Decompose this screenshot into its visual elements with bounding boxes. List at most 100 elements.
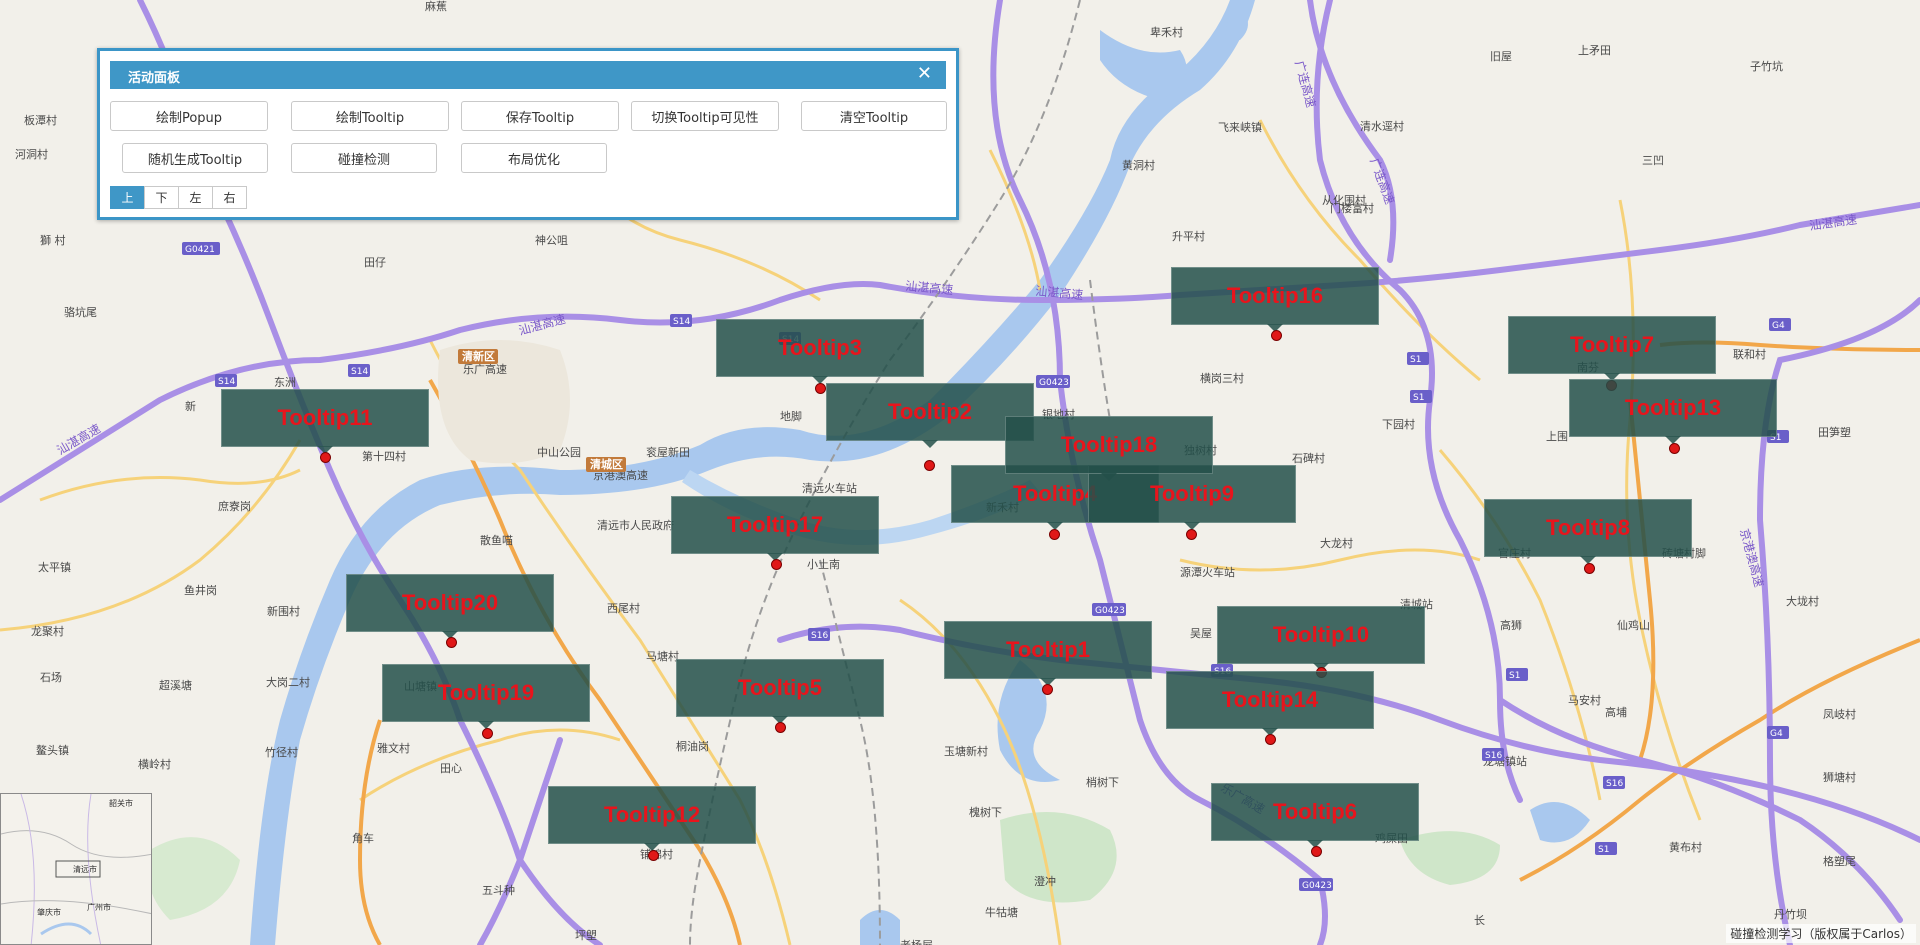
map-place-label: 高狮 (1500, 618, 1522, 632)
map-place-label: 源潭火车站 (1180, 565, 1235, 579)
layout-optimize-button[interactable]: 布局优化 (461, 143, 607, 173)
road-shield-label: S14 (673, 317, 690, 327)
map-place-label: 中山公园 (537, 446, 581, 459)
map-tooltip[interactable]: Tooltip12 (548, 786, 756, 851)
map-marker[interactable] (1669, 443, 1680, 454)
map-marker[interactable] (1265, 734, 1276, 745)
map-place-label: 超溪塘 (159, 678, 192, 692)
clear-tooltip-button[interactable]: 清空Tooltip (801, 101, 947, 131)
road-shield-label: S14 (351, 367, 368, 377)
map-marker[interactable] (648, 850, 659, 861)
map-tooltip[interactable]: Tooltip1 (944, 621, 1152, 686)
map-place-label: 石场 (40, 670, 62, 684)
map-tooltip[interactable]: Tooltip16 (1171, 267, 1379, 332)
direction-button-group: 上 下 左 右 (110, 186, 247, 209)
tooltip-label: Tooltip10 (1272, 622, 1370, 647)
map-marker[interactable] (775, 722, 786, 733)
road-shield-label: S16 (811, 631, 828, 641)
tooltip-label: Tooltip3 (778, 335, 862, 360)
direction-up-button[interactable]: 上 (110, 186, 145, 209)
map-place-label: 衮屋新田 (646, 445, 690, 459)
road-shield-label: G4 (1770, 729, 1783, 739)
map-marker[interactable] (1186, 529, 1197, 540)
map-marker[interactable] (815, 383, 826, 394)
map-place-label: 上围 (1546, 430, 1568, 443)
draw-tooltip-button[interactable]: 绘制Tooltip (291, 101, 449, 131)
map-tooltip[interactable]: Tooltip13 (1569, 379, 1777, 444)
map-tooltip[interactable]: Tooltip20 (346, 574, 554, 639)
map-marker[interactable] (1584, 563, 1595, 574)
overview-label-guangzhou: 广州市 (87, 902, 111, 912)
direction-down-button[interactable]: 下 (144, 186, 179, 209)
overview-map-canvas: 韶关市 清远市 肇庆市 广州市 (1, 794, 151, 944)
map-marker[interactable] (320, 452, 331, 463)
save-tooltip-button[interactable]: 保存Tooltip (461, 101, 619, 131)
map-place-label: 石碑村 (1292, 451, 1325, 465)
map-place-label: 竹径村 (265, 745, 298, 759)
map-tooltip[interactable]: Tooltip11 (221, 389, 429, 454)
tooltip-label: Tooltip9 (1150, 481, 1234, 506)
direction-right-button[interactable]: 右 (212, 186, 247, 209)
close-icon[interactable]: ✕ (917, 63, 932, 84)
map-tooltip[interactable]: Tooltip3 (716, 319, 924, 384)
collision-detect-button[interactable]: 碰撞检测 (291, 143, 437, 173)
map-place-label: 黄布村 (1669, 840, 1702, 854)
panel-header: 活动面板 ✕ (110, 61, 946, 89)
overview-map[interactable]: 韶关市 清远市 肇庆市 广州市 (0, 793, 152, 945)
tooltip-label: Tooltip2 (888, 399, 972, 424)
panel-title: 活动面板 (128, 71, 181, 86)
tooltip-label: Tooltip13 (1624, 395, 1722, 420)
map-marker[interactable] (771, 559, 782, 570)
map-place-label: 牛牯塘 (985, 905, 1018, 919)
map-place-label: 神公咀 (535, 233, 568, 247)
random-tooltip-button[interactable]: 随机生成Tooltip (122, 143, 268, 173)
map-place-label: 飞来峡镇 (1218, 120, 1262, 134)
activity-panel: 活动面板 ✕ 绘制Popup 绘制Tooltip 保存Tooltip 切换Too… (97, 48, 959, 220)
map-tooltip[interactable]: Tooltip17 (671, 496, 879, 561)
toggle-tooltip-visibility-button[interactable]: 切换Tooltip可见性 (631, 101, 779, 131)
map-place-label: 黄洞村 (1122, 158, 1155, 172)
map-place-label: 田心 (440, 762, 462, 775)
map-place-label: 槐树下 (969, 805, 1002, 819)
map-tooltip[interactable]: Tooltip5 (676, 659, 884, 724)
map-place-label: 河洞村 (15, 147, 48, 161)
map-place-label: 龙聚村 (31, 624, 64, 638)
overview-label-zhaoqing: 肇庆市 (37, 907, 61, 917)
road-shield-label: G0423 (1302, 881, 1332, 891)
map-place-label: 坪塱 (575, 928, 597, 942)
map-tooltip[interactable]: Tooltip19 (382, 664, 590, 729)
map-marker[interactable] (1271, 330, 1282, 341)
map-place-label: 散鱼喵 (480, 533, 513, 547)
map-marker[interactable] (482, 728, 493, 739)
map-tooltip[interactable]: Tooltip18 (1005, 416, 1213, 481)
map-tooltip[interactable]: Tooltip2 (826, 383, 1034, 448)
map-marker[interactable] (1311, 846, 1322, 857)
map-marker[interactable] (446, 637, 457, 648)
map-tooltip[interactable]: Tooltip8 (1484, 499, 1692, 564)
map-place-label: 清远市人民政府 (597, 518, 674, 532)
map-place-label: 玉塘新村 (944, 744, 988, 758)
map-place-label: 联和村 (1733, 347, 1766, 361)
draw-popup-button[interactable]: 绘制Popup (110, 101, 268, 131)
map-tooltip[interactable]: Tooltip6 (1211, 783, 1419, 848)
tooltip-label: Tooltip4 (1013, 481, 1097, 506)
direction-left-button[interactable]: 左 (178, 186, 213, 209)
map-marker[interactable] (1042, 684, 1053, 695)
map-marker[interactable] (1049, 529, 1060, 540)
map-place-label: 麻蕉 (425, 0, 447, 13)
map-marker[interactable] (924, 460, 935, 471)
map-tooltip[interactable]: Tooltip14 (1166, 671, 1374, 736)
map-tooltip[interactable]: Tooltip10 (1217, 606, 1425, 671)
tooltip-label: Tooltip12 (603, 802, 701, 827)
map-place-label: 大垅村 (1786, 594, 1819, 608)
map-place-label: 田仔 (364, 256, 386, 269)
map-place-label: 三凹 (1642, 154, 1664, 167)
map-place-label: 鳌头镇 (36, 743, 69, 757)
map-place-label: 新 (185, 399, 196, 413)
map-tooltip[interactable]: Tooltip7 (1508, 316, 1716, 381)
map-place-label: 西尾村 (607, 601, 640, 615)
map-place-label: 太平镇 (38, 560, 71, 574)
map-place-label: 小土南 (807, 558, 840, 571)
tooltip-label: Tooltip8 (1546, 515, 1630, 540)
map-place-label: 仙鸡山 (1617, 618, 1650, 632)
